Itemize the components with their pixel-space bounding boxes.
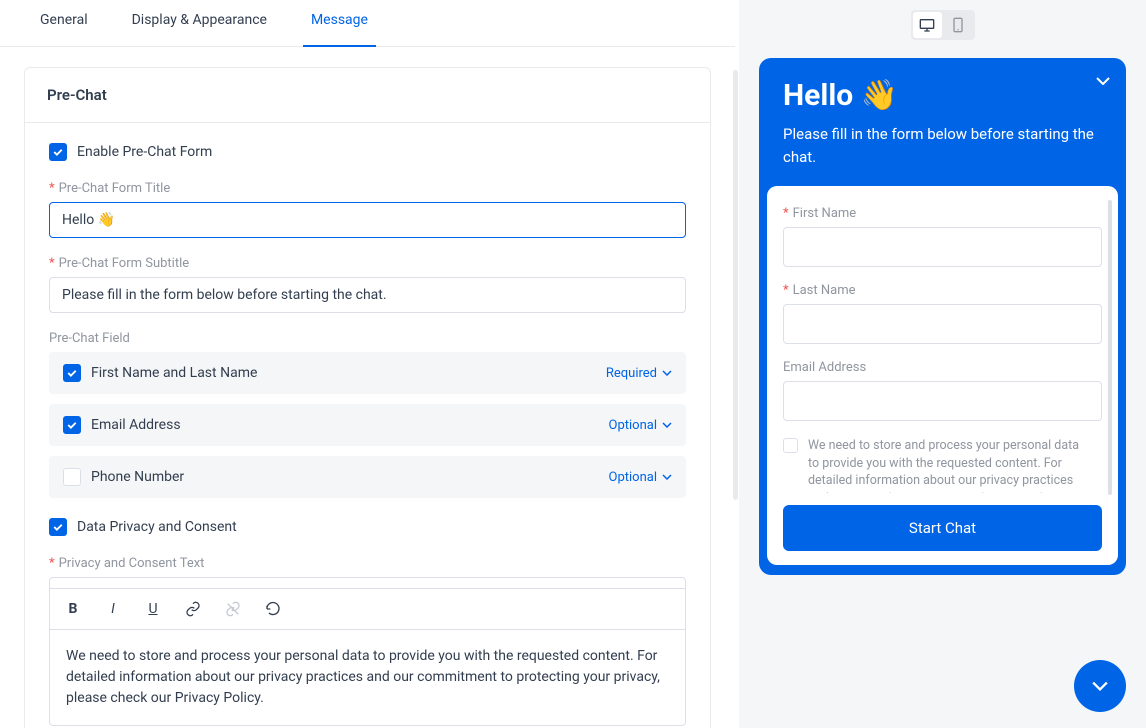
- field-label-email: Email Address: [91, 417, 609, 433]
- content-scroll: Pre-Chat Enable Pre-Chat Form * Pre-Chat…: [0, 47, 735, 728]
- bold-button[interactable]: B: [62, 595, 84, 623]
- form-subtitle-label: Pre-Chat Form Subtitle: [59, 256, 190, 271]
- editor-body[interactable]: We need to store and process your person…: [50, 630, 685, 725]
- chat-widget-preview: Hello 👋 Please fill in the form below be…: [759, 58, 1126, 575]
- section-title: Pre-Chat: [25, 68, 710, 123]
- tab-message[interactable]: Message: [289, 0, 390, 46]
- preview-input-lastname[interactable]: [783, 304, 1102, 344]
- chat-fab-button[interactable]: [1074, 660, 1126, 712]
- field-required-phone[interactable]: Optional: [609, 470, 672, 485]
- preview-subtitle: Please fill in the form below before sta…: [759, 123, 1126, 186]
- underline-button[interactable]: U: [142, 595, 164, 623]
- field-required-email[interactable]: Optional: [609, 418, 672, 433]
- chevron-down-icon: [1092, 681, 1108, 691]
- chevron-down-icon: [1096, 77, 1110, 85]
- italic-button[interactable]: I: [102, 595, 124, 623]
- field-row-phone: Phone Number Optional: [49, 456, 686, 498]
- preview-title: Hello 👋: [759, 78, 1126, 113]
- chevron-down-icon: [662, 474, 672, 480]
- privacy-consent-label: Data Privacy and Consent: [77, 519, 237, 535]
- mobile-icon: [952, 17, 964, 33]
- preview-label-email: Email Address: [783, 360, 866, 375]
- privacy-text-label: Privacy and Consent Text: [59, 556, 205, 571]
- field-row-name: First Name and Last Name Required: [49, 352, 686, 394]
- preview-label-firstname: First Name: [793, 206, 857, 221]
- field-label-phone: Phone Number: [91, 469, 609, 485]
- preview-label-lastname: Last Name: [793, 283, 856, 298]
- field-label-name: First Name and Last Name: [91, 365, 606, 381]
- undo-button[interactable]: [262, 595, 284, 623]
- desktop-icon: [919, 18, 935, 32]
- unlink-button[interactable]: [222, 595, 244, 623]
- field-checkbox-phone[interactable]: [63, 468, 81, 486]
- preview-input-firstname[interactable]: [783, 227, 1102, 267]
- preview-panel: Hello 👋 Please fill in the form below be…: [739, 0, 1146, 728]
- chevron-down-icon: [662, 422, 672, 428]
- required-asterisk: *: [49, 181, 55, 196]
- required-asterisk: *: [49, 556, 55, 571]
- field-checkbox-email[interactable]: [63, 416, 81, 434]
- richtext-editor: B I U We need to store and proce: [49, 577, 686, 726]
- required-asterisk: *: [783, 206, 789, 221]
- collapse-button[interactable]: [1096, 70, 1110, 89]
- preview-form-card: * First Name * Last Name Email Address W…: [767, 186, 1118, 565]
- settings-panel: General Display & Appearance Message Pre…: [0, 0, 735, 728]
- required-asterisk: *: [783, 283, 789, 298]
- tab-general[interactable]: General: [18, 0, 110, 46]
- prechat-field-heading: Pre-Chat Field: [49, 331, 130, 346]
- enable-prechat-label: Enable Pre-Chat Form: [77, 144, 212, 160]
- preview-consent-checkbox[interactable]: [783, 438, 798, 453]
- field-checkbox-name[interactable]: [63, 364, 81, 382]
- editor-toolbar: B I U: [50, 588, 685, 630]
- tab-display-appearance[interactable]: Display & Appearance: [110, 0, 289, 46]
- required-asterisk: *: [49, 256, 55, 271]
- prechat-card: Pre-Chat Enable Pre-Chat Form * Pre-Chat…: [24, 67, 711, 728]
- chevron-down-icon: [662, 370, 672, 376]
- field-row-email: Email Address Optional: [49, 404, 686, 446]
- privacy-consent-checkbox[interactable]: [49, 518, 67, 536]
- link-button[interactable]: [182, 595, 204, 623]
- device-toggle: [911, 10, 975, 40]
- scrollbar[interactable]: [733, 70, 738, 500]
- form-title-label: Pre-Chat Form Title: [59, 181, 171, 196]
- device-mobile-button[interactable]: [944, 12, 973, 38]
- enable-prechat-checkbox[interactable]: [49, 143, 67, 161]
- preview-consent-text: We need to store and process your person…: [808, 437, 1090, 493]
- field-required-name[interactable]: Required: [606, 366, 672, 381]
- preview-input-email[interactable]: [783, 381, 1102, 421]
- form-subtitle-input[interactable]: [49, 277, 686, 313]
- form-title-input[interactable]: [49, 202, 686, 238]
- device-desktop-button[interactable]: [913, 12, 942, 38]
- start-chat-button[interactable]: Start Chat: [783, 505, 1102, 551]
- tabs: General Display & Appearance Message: [0, 0, 735, 47]
